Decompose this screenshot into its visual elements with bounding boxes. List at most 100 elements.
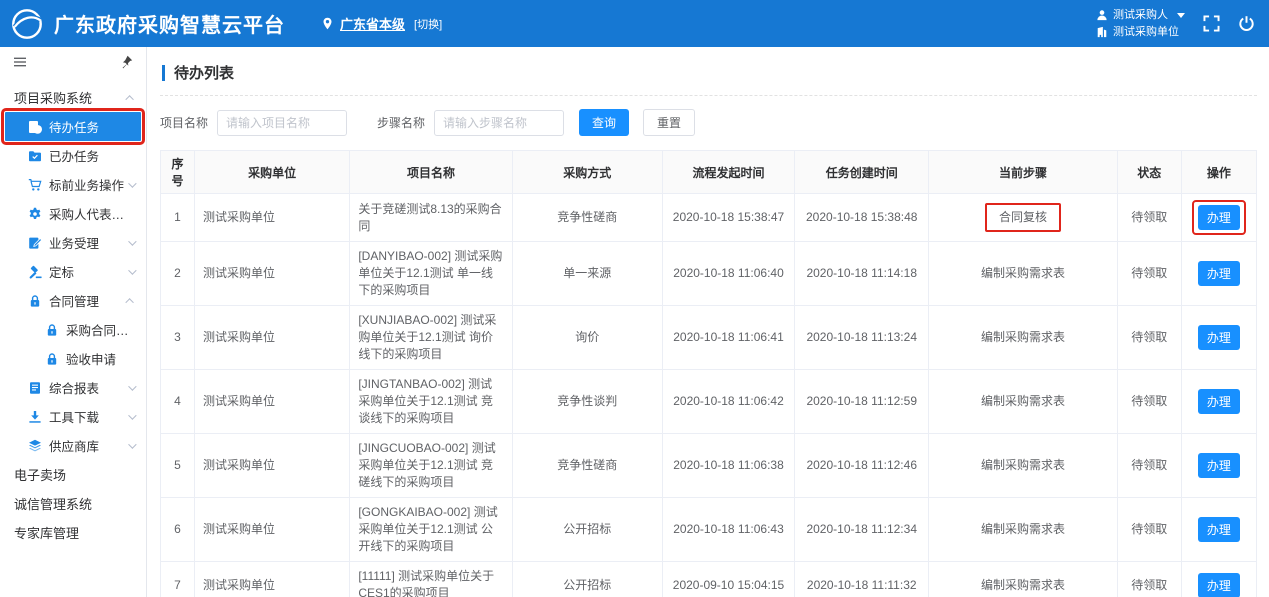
cell-procurement-unit: 测试采购单位	[195, 306, 350, 370]
sidebar-item-comprehensive-reports[interactable]: 综合报表	[0, 373, 146, 402]
column-header: 项目名称	[350, 151, 512, 194]
cell-process-start-time: 2020-10-18 15:38:47	[662, 194, 794, 242]
table-row: 5 测试采购单位 [JINGCUOBAO-002] 测试采购单位关于12.1测试…	[161, 434, 1257, 498]
current-step-text: 编制采购需求表	[979, 576, 1067, 595]
cell-procurement-method: 竞争性磋商	[512, 194, 662, 242]
sidebar-item-contract-management[interactable]: 合同管理	[0, 286, 146, 315]
chevron-down-icon	[128, 237, 136, 245]
cell-task-create-time: 2020-10-18 15:38:48	[795, 194, 929, 242]
cell-status: 待领取	[1117, 434, 1181, 498]
handle-button[interactable]: 办理	[1198, 573, 1240, 597]
page-title-row: 待办列表	[160, 58, 1257, 96]
reset-button[interactable]: 重置	[643, 109, 695, 136]
hamburger-menu-icon[interactable]	[13, 55, 27, 69]
current-step-text: 合同复核	[985, 203, 1061, 232]
chevron-down-icon	[128, 411, 136, 419]
cell-procurement-method: 单一来源	[512, 242, 662, 306]
cell-procurement-method: 公开招标	[512, 562, 662, 597]
handle-button[interactable]: 办理	[1198, 325, 1240, 350]
header-right-controls: 测试采购人 测试采购单位	[1096, 7, 1255, 41]
sidebar-item-acceptance-application[interactable]: 验收申请	[0, 344, 146, 373]
cell-process-start-time: 2020-10-18 11:06:42	[662, 370, 794, 434]
chevron-down-icon	[128, 266, 136, 274]
lock-icon	[45, 352, 59, 366]
fullscreen-icon[interactable]	[1203, 15, 1220, 32]
cell-procurement-unit: 测试采购单位	[195, 562, 350, 597]
cell-current-step: 编制采购需求表	[929, 498, 1117, 562]
sidebar-item-todo-tasks[interactable]: 待办任务	[5, 112, 141, 141]
action-wrap: 办理	[1198, 261, 1240, 286]
user-menu[interactable]: 测试采购人	[1096, 7, 1185, 24]
cell-index: 2	[161, 242, 195, 306]
sidebar-item-award[interactable]: 定标	[0, 257, 146, 286]
project-name-input[interactable]	[217, 110, 347, 136]
cell-action: 办理	[1181, 562, 1256, 597]
cell-index: 4	[161, 370, 195, 434]
cell-procurement-unit: 测试采购单位	[195, 242, 350, 306]
step-name-label: 步骤名称	[377, 114, 425, 131]
cell-project-name: 关于竞磋测试8.13的采购合同	[350, 194, 512, 242]
cell-current-step: 编制采购需求表	[929, 306, 1117, 370]
document-report-icon	[28, 381, 42, 395]
title-accent-bar	[162, 65, 165, 81]
sidebar-item-integrity-management-system[interactable]: 诚信管理系统	[0, 489, 146, 518]
sidebar-item-project-procurement-system[interactable]: 项目采购系统	[0, 83, 146, 112]
table-row: 4 测试采购单位 [JINGTANBAO-002] 测试采购单位关于12.1测试…	[161, 370, 1257, 434]
cell-process-start-time: 2020-09-10 15:04:15	[662, 562, 794, 597]
sidebar-item-supplier-library[interactable]: 供应商库	[0, 431, 146, 460]
cell-action: 办理	[1181, 242, 1256, 306]
cell-status: 待领取	[1117, 498, 1181, 562]
gear-icon	[28, 207, 42, 221]
column-header: 状态	[1117, 151, 1181, 194]
table-body: 1 测试采购单位 关于竞磋测试8.13的采购合同 竞争性磋商 2020-10-1…	[161, 194, 1257, 597]
logout-power-icon[interactable]	[1238, 15, 1255, 32]
handle-button[interactable]: 办理	[1198, 205, 1240, 230]
region-name[interactable]: 广东省本级	[340, 14, 405, 33]
column-header: 序号	[161, 151, 195, 194]
cell-index: 1	[161, 194, 195, 242]
cell-project-name: [JINGTANBAO-002] 测试采购单位关于12.1测试 竞谈线下的采购项…	[350, 370, 512, 434]
cell-task-create-time: 2020-10-18 11:11:32	[795, 562, 929, 597]
cell-procurement-method: 竞争性谈判	[512, 370, 662, 434]
sidebar-menu: 项目采购系统 待办任务 已办任务 标前业务操作 采购人代表授权 业务受理 定标 …	[0, 77, 146, 547]
table-row: 2 测试采购单位 [DANYIBAO-002] 测试采购单位关于12.1测试 单…	[161, 242, 1257, 306]
chevron-down-icon	[128, 440, 136, 448]
cell-task-create-time: 2020-10-18 11:12:34	[795, 498, 929, 562]
cell-status: 待领取	[1117, 370, 1181, 434]
cell-project-name: [11111] 测试采购单位关于CES1的采购项目	[350, 562, 512, 597]
column-header: 任务创建时间	[795, 151, 929, 194]
user-info-block: 测试采购人 测试采购单位	[1096, 7, 1185, 41]
region-switch-link[interactable]: [切换]	[414, 16, 442, 32]
sidebar-item-business-acceptance[interactable]: 业务受理	[0, 228, 146, 257]
sidebar-item-purchaser-representative-authorization[interactable]: 采购人代表授权	[0, 199, 146, 228]
cell-index: 3	[161, 306, 195, 370]
chevron-down-icon	[128, 382, 136, 390]
handle-button[interactable]: 办理	[1198, 389, 1240, 414]
current-step-text: 编制采购需求表	[979, 520, 1067, 539]
cell-index: 6	[161, 498, 195, 562]
cell-task-create-time: 2020-10-18 11:12:59	[795, 370, 929, 434]
column-header: 采购单位	[195, 151, 350, 194]
cell-status: 待领取	[1117, 242, 1181, 306]
user-name: 测试采购人	[1113, 7, 1168, 24]
action-wrap: 办理	[1198, 573, 1240, 597]
cell-action: 办理	[1181, 498, 1256, 562]
sidebar-item-done-tasks[interactable]: 已办任务	[0, 141, 146, 170]
step-name-input[interactable]	[434, 110, 564, 136]
table-row: 3 测试采购单位 [XUNJIABAO-002] 测试采购单位关于12.1测试 …	[161, 306, 1257, 370]
pin-icon[interactable]	[119, 55, 133, 69]
query-button[interactable]: 查询	[579, 109, 629, 136]
sidebar-item-electronic-marketplace[interactable]: 电子卖场	[0, 460, 146, 489]
handle-button[interactable]: 办理	[1198, 517, 1240, 542]
cell-process-start-time: 2020-10-18 11:06:41	[662, 306, 794, 370]
cell-project-name: [DANYIBAO-002] 测试采购单位关于12.1测试 单一线下的采购项目	[350, 242, 512, 306]
sidebar-item-pre-bid-operations[interactable]: 标前业务操作	[0, 170, 146, 199]
sidebar-item-tool-download[interactable]: 工具下载	[0, 402, 146, 431]
location-pin-icon	[321, 16, 334, 31]
sidebar-item-expert-library-management[interactable]: 专家库管理	[0, 518, 146, 547]
handle-button[interactable]: 办理	[1198, 261, 1240, 286]
sidebar-item-procurement-contract-list[interactable]: 采购合同列表	[0, 315, 146, 344]
cell-action: 办理	[1181, 370, 1256, 434]
current-step-text: 编制采购需求表	[979, 264, 1067, 283]
handle-button[interactable]: 办理	[1198, 453, 1240, 478]
